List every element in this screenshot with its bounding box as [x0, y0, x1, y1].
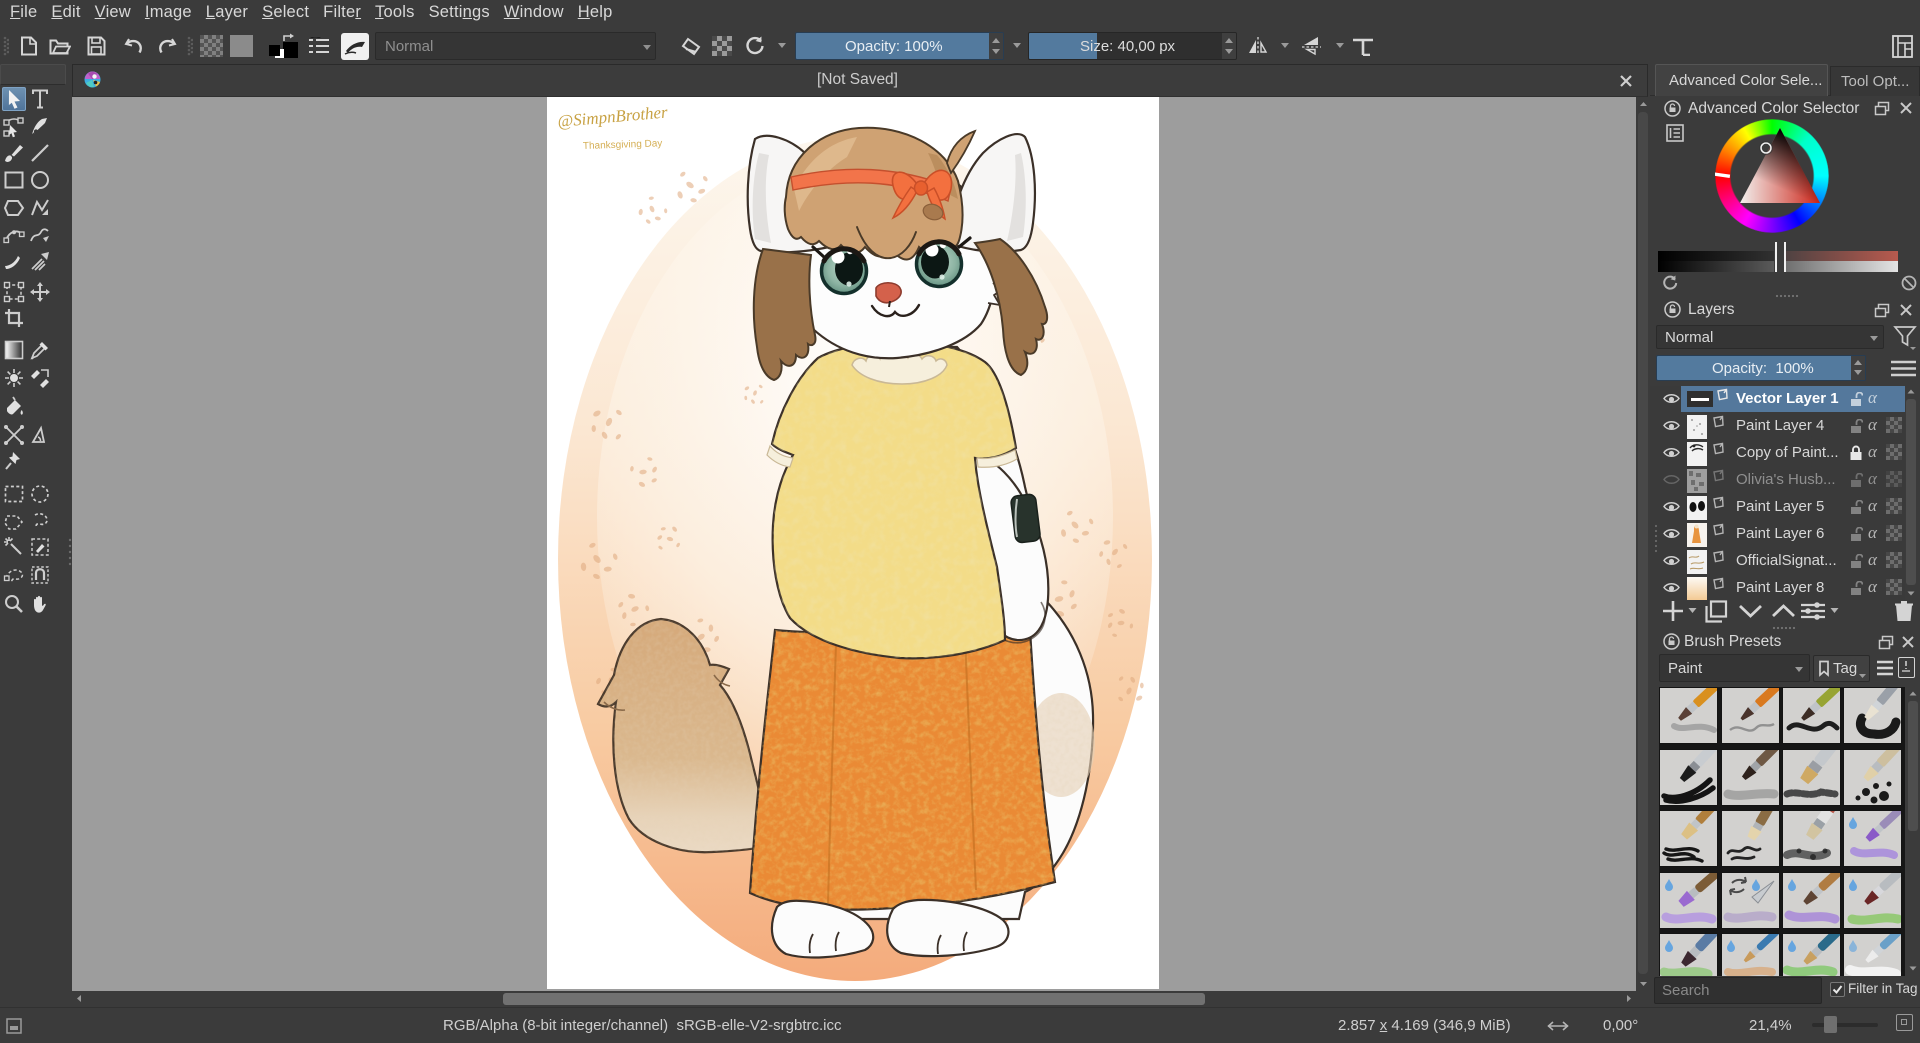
- svg-text:Thanksgiving Day: Thanksgiving Day: [583, 138, 663, 152]
- svg-text:@SimpnBrother: @SimpnBrother: [557, 102, 669, 131]
